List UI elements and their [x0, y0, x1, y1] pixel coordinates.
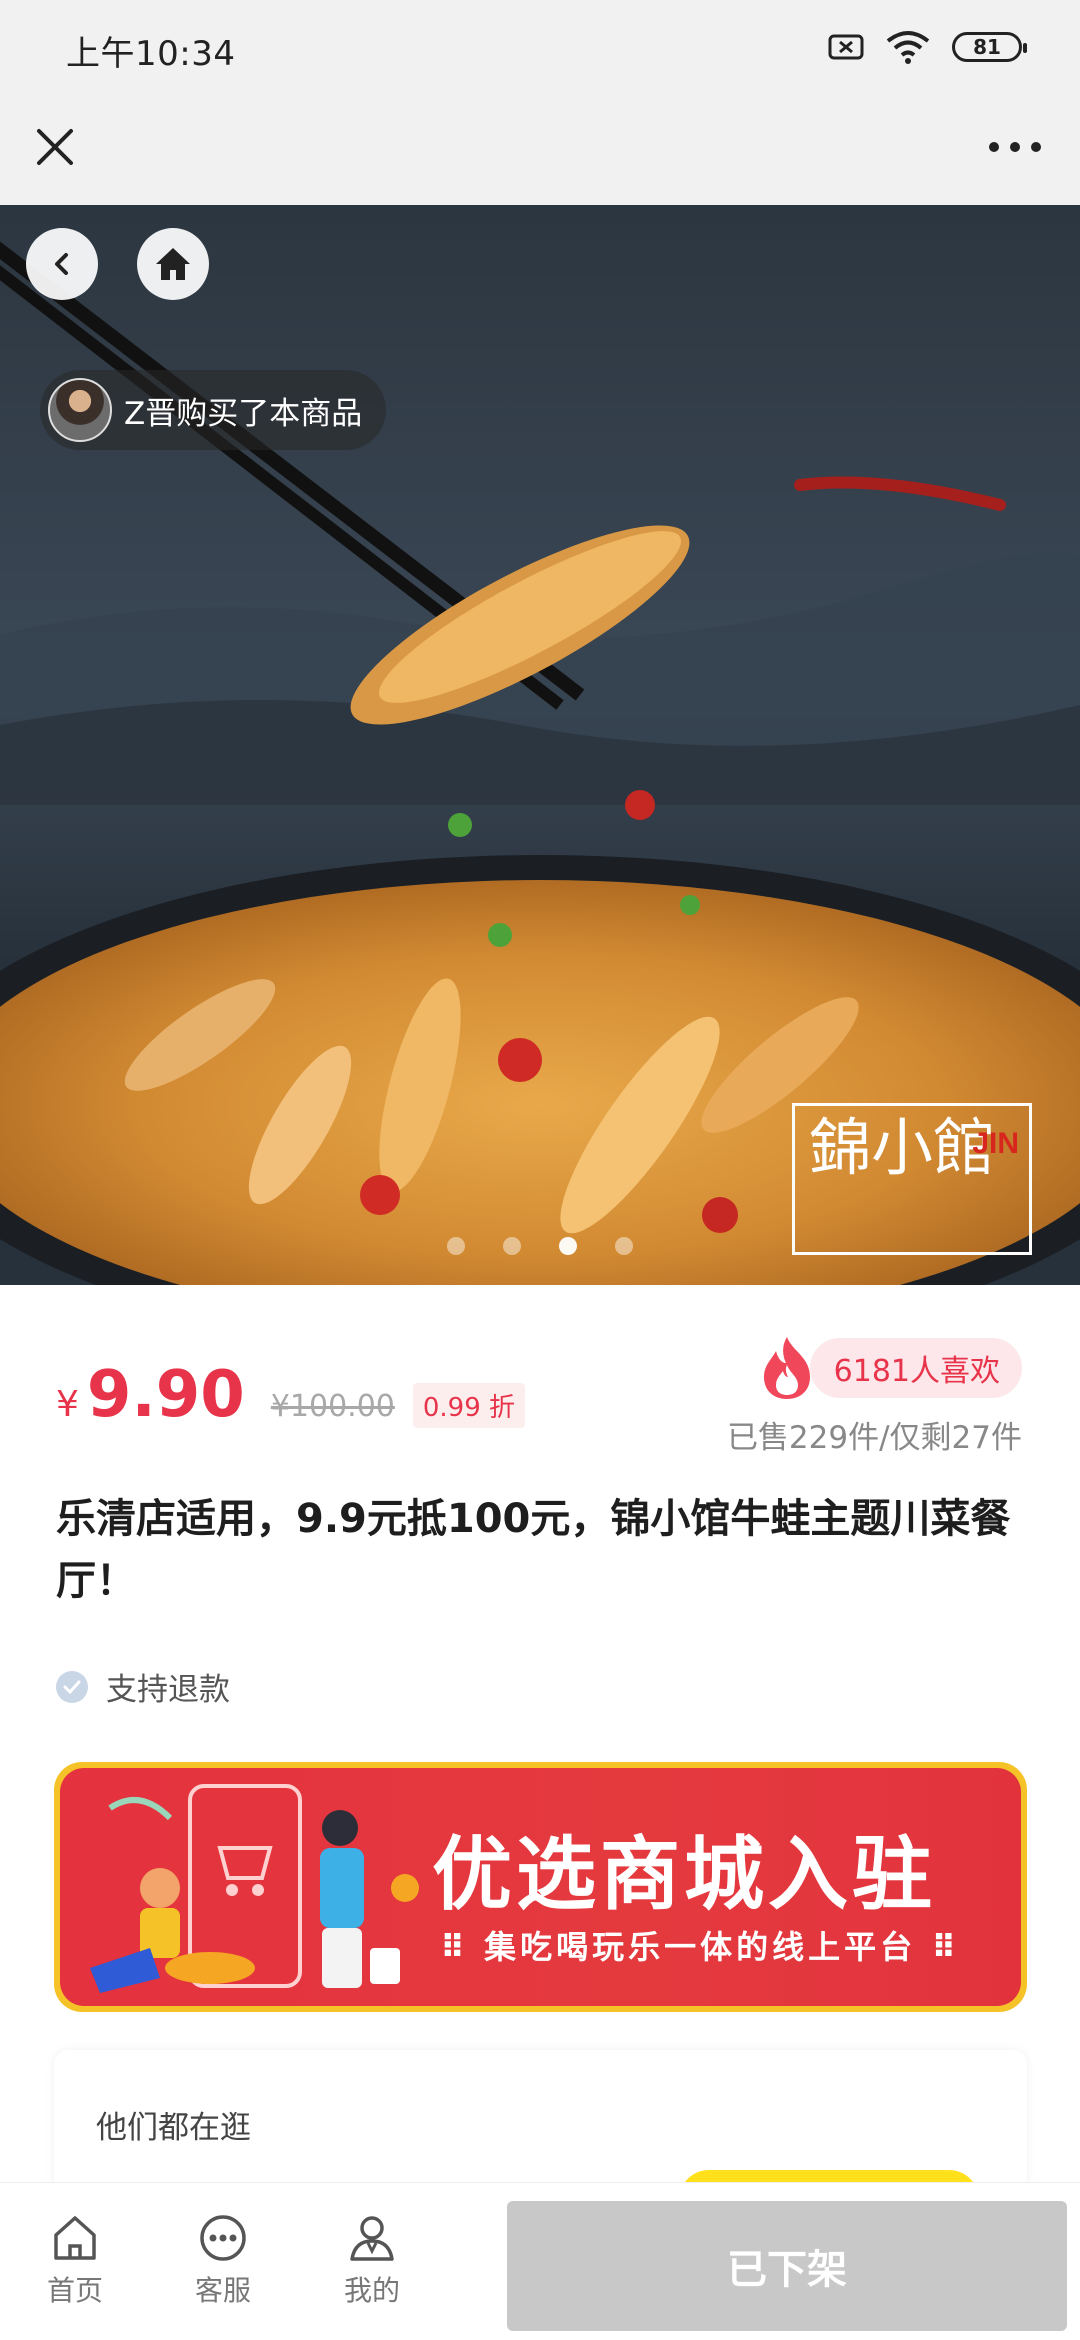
recommend-title: 他们都在逛 — [96, 2110, 251, 2146]
more-button[interactable] — [980, 117, 1050, 177]
sale-price: 9.90 — [86, 1358, 245, 1432]
tab-home[interactable]: 首页 — [15, 2213, 135, 2309]
chevron-left-icon — [55, 253, 68, 275]
price-block: ¥ 9.90 ¥100.00 0.99 折 — [56, 1358, 526, 1432]
product-image-carousel[interactable]: Z晋购买了本商品 錦小館 JIN — [0, 205, 1080, 1285]
carousel-indicator — [0, 1237, 1080, 1255]
shop-logo-mark: JIN — [972, 1127, 1019, 1160]
sales-count: 已售229件/仅剩27件 — [726, 1420, 1022, 1456]
refund-label: 支持退款 — [106, 1672, 230, 1708]
carousel-dot[interactable] — [447, 1237, 465, 1255]
shop-logo: 錦小館 JIN — [792, 1103, 1032, 1255]
banner-title: 优选商城入驻 — [432, 1828, 936, 1921]
status-time: 上午10:34 — [66, 34, 236, 74]
buyer-text: Z晋购买了本商品 — [124, 395, 363, 432]
close-button[interactable] — [30, 117, 80, 177]
chat-icon — [200, 2215, 246, 2261]
original-price: ¥100.00 — [270, 1389, 395, 1424]
status-icons: 81 — [828, 30, 1027, 64]
shop-logo-text: 錦小館 — [809, 1111, 996, 1184]
tab-service[interactable]: 客服 — [163, 2213, 283, 2309]
battery-icon: 81 — [952, 32, 1027, 62]
close-icon — [37, 129, 73, 165]
user-icon — [350, 2216, 394, 2261]
check-icon — [56, 1670, 88, 1703]
refund-support: 支持退款 — [56, 1664, 230, 1709]
mall-join-banner[interactable]: 优选商城入驻 ⠿ 集吃喝玩乐一体的线上平台 ⠿ — [54, 1762, 1027, 2012]
bottom-bar: 首页 客服 我的 已下架 — [0, 2182, 1080, 2340]
sim-x-icon — [828, 34, 864, 60]
banner-illustration — [90, 1784, 419, 1993]
nav-bar — [0, 95, 1080, 205]
carousel-dot[interactable] — [615, 1237, 633, 1255]
flame-icon — [763, 1337, 810, 1399]
carousel-dot[interactable] — [503, 1237, 521, 1255]
recent-buyer-notice: Z晋购买了本商品 — [40, 370, 387, 450]
more-icon — [989, 142, 1041, 152]
tab-mine-label: 我的 — [343, 2274, 400, 2307]
discount-badge: 0.99 折 — [412, 1383, 526, 1428]
home-icon — [156, 248, 190, 280]
likes-count: 6181人喜欢 — [809, 1338, 1022, 1398]
back-button[interactable] — [26, 228, 98, 300]
tab-home-label: 首页 — [46, 2274, 103, 2307]
tab-service-label: 客服 — [194, 2274, 251, 2307]
banner-inner: 优选商城入驻 ⠿ 集吃喝玩乐一体的线上平台 ⠿ — [60, 1768, 1021, 2006]
home-icon — [54, 2216, 96, 2260]
status-bar: 上午10:34 81 — [0, 0, 1080, 95]
product-title: 乐清店适用，9.9元抵100元，锦小馆牛蛙主题川菜餐厅！ — [56, 1496, 1011, 1604]
buyer-avatar — [48, 378, 112, 442]
tab-mine[interactable]: 我的 — [312, 2213, 432, 2309]
likes-block: 6181人喜欢 — [758, 1335, 1022, 1401]
home-button[interactable] — [137, 228, 209, 300]
banner-subtitle: ⠿ 集吃喝玩乐一体的线上平台 ⠿ — [440, 1928, 961, 1966]
off-shelf-button[interactable]: 已下架 — [507, 2201, 1067, 2331]
carousel-dot-active[interactable] — [559, 1237, 577, 1255]
wifi-icon — [886, 31, 930, 64]
currency-symbol: ¥ — [56, 1384, 79, 1425]
